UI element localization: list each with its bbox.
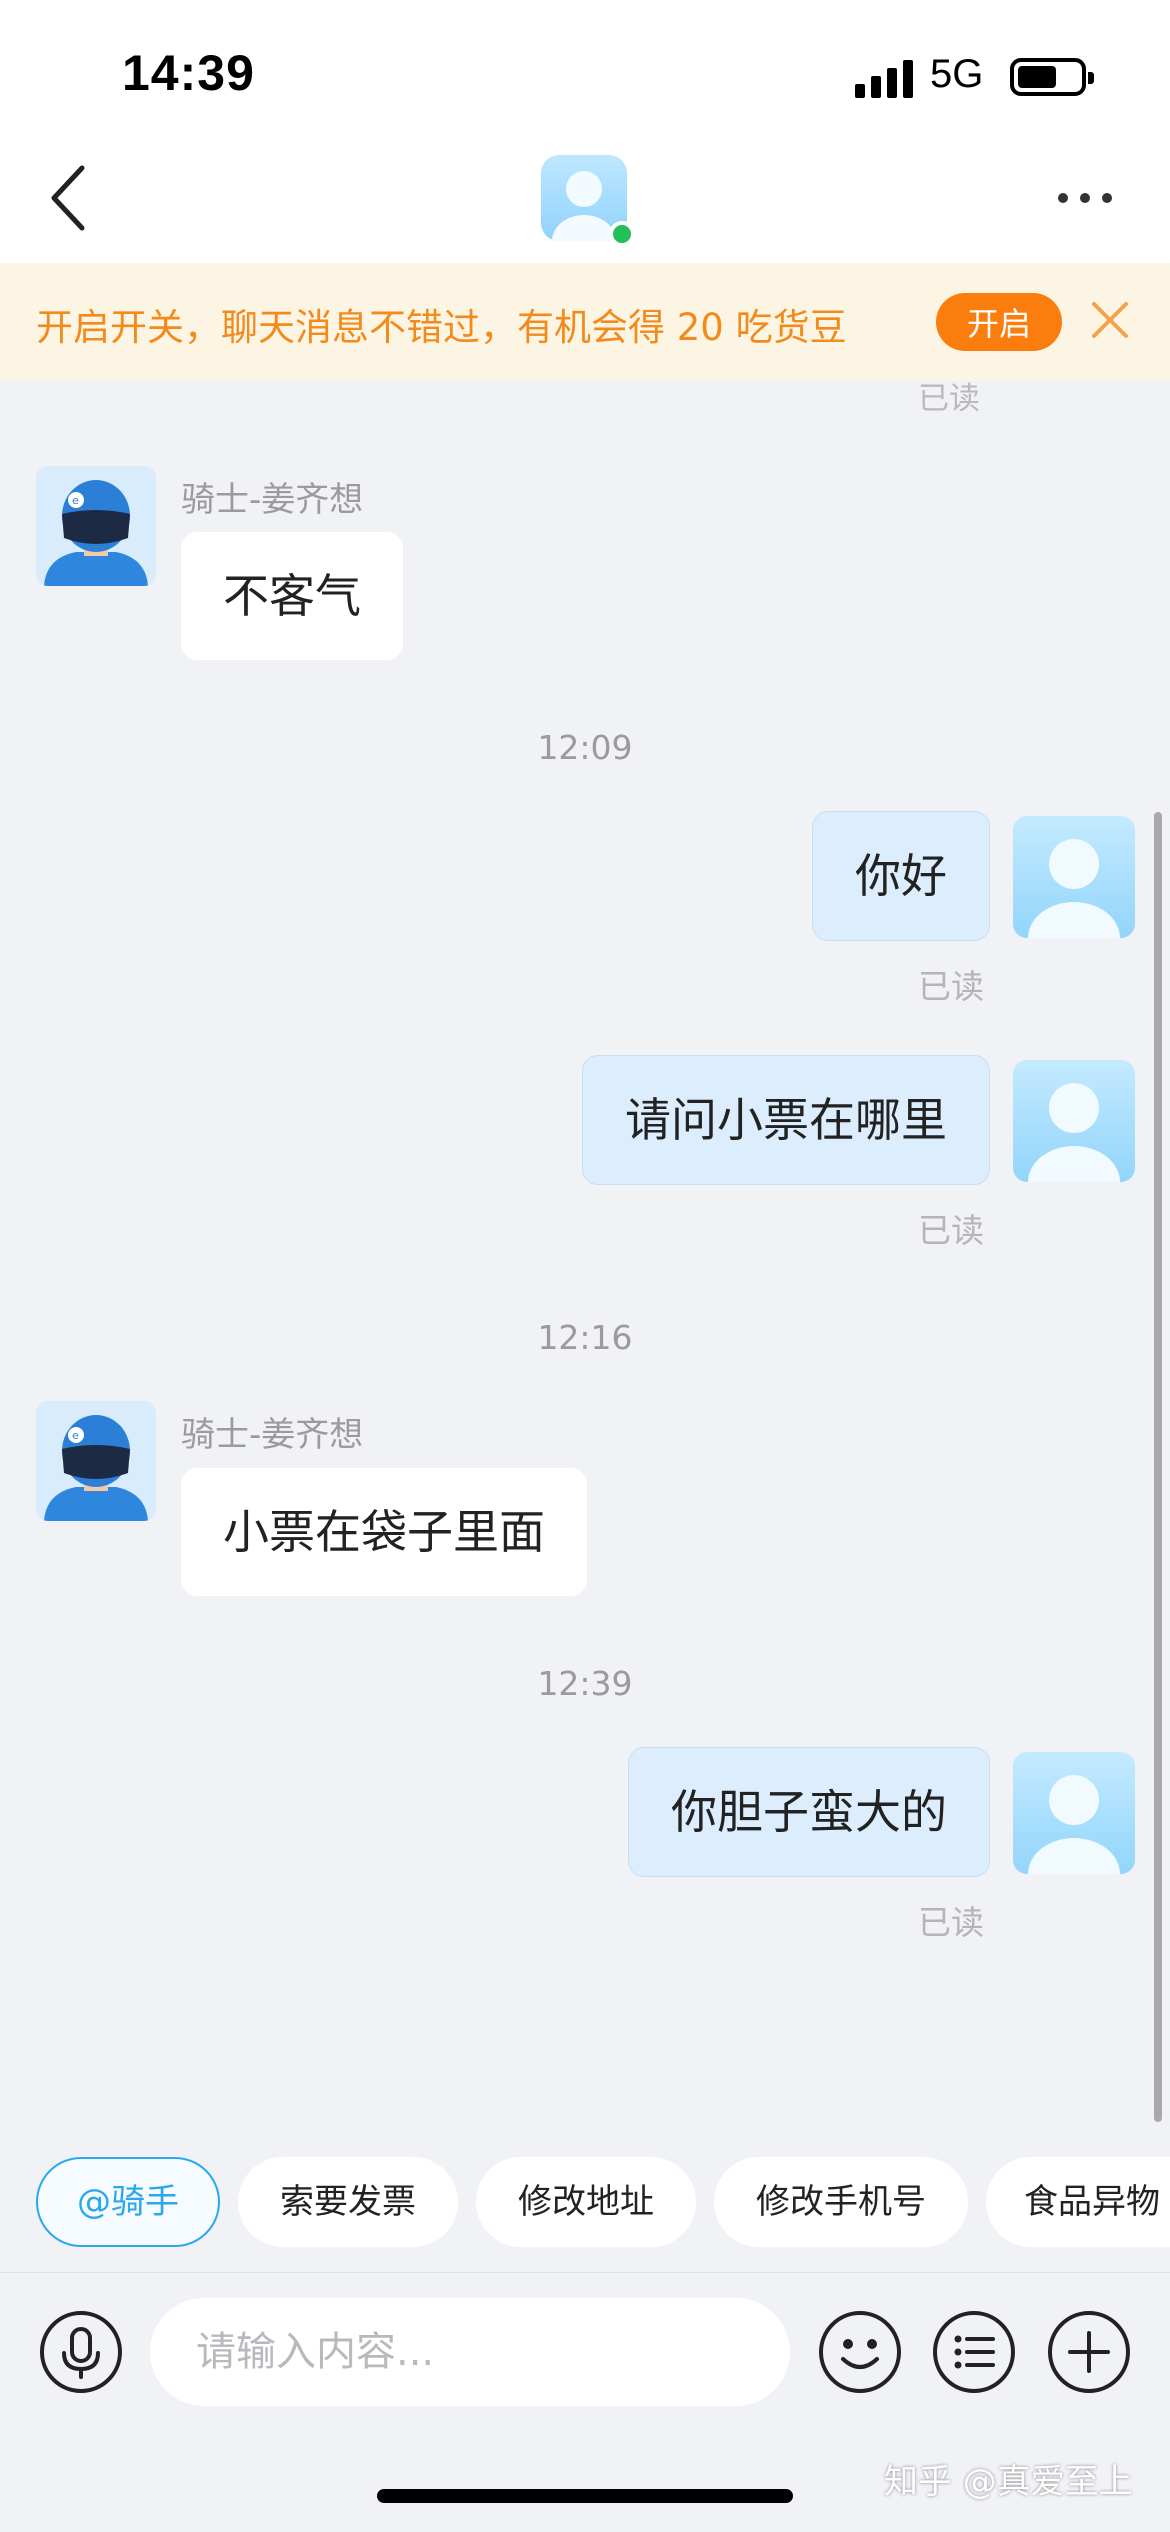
my-avatar[interactable]: [1013, 816, 1135, 938]
chat-scrollbar[interactable]: [1154, 812, 1162, 2122]
read-label: 已读: [918, 967, 984, 1006]
rider-helmet-icon: e: [36, 1401, 156, 1521]
read-label: 已读: [918, 1903, 984, 1942]
incoming-message-bubble[interactable]: 不客气: [181, 532, 403, 660]
my-avatar[interactable]: [1013, 1060, 1135, 1182]
my-avatar[interactable]: [1013, 1752, 1135, 1874]
chip-food-foreign-object[interactable]: 食品异物: [986, 2157, 1170, 2247]
battery-icon: [1010, 58, 1094, 96]
chip-request-invoice[interactable]: 索要发票: [238, 2157, 458, 2247]
notification-banner: 开启开关，聊天消息不错过，有机会得 20 吃货豆 开启: [0, 263, 1170, 381]
close-icon: [1092, 302, 1128, 338]
user-silhouette-icon: [1028, 1083, 1120, 1182]
time-separator: 12:16: [537, 1318, 633, 1357]
chevron-left-icon: [51, 165, 85, 231]
microphone-icon: [40, 2311, 122, 2393]
add-button[interactable]: [1046, 2309, 1132, 2395]
enable-notifications-button[interactable]: 开启: [936, 293, 1062, 351]
smiley-icon: [819, 2311, 901, 2393]
svg-text:e: e: [72, 494, 79, 507]
svg-text:e: e: [72, 1429, 79, 1442]
network-label: 5G: [930, 52, 984, 96]
time-separator: 12:39: [537, 1664, 633, 1703]
rider-avatar[interactable]: e: [36, 1401, 156, 1521]
list-icon: [933, 2311, 1015, 2393]
sender-name: 骑士-姜齐想: [181, 1415, 364, 1455]
chip-mention-rider[interactable]: @骑手: [36, 2157, 220, 2247]
chip-change-address[interactable]: 修改地址: [476, 2157, 696, 2247]
back-button[interactable]: [46, 160, 96, 236]
outgoing-message-bubble[interactable]: 你胆子蛮大的: [628, 1747, 990, 1877]
sender-name: 骑士-姜齐想: [181, 480, 364, 520]
time-separator: 12:09: [537, 728, 633, 767]
plus-icon: [1048, 2311, 1130, 2393]
rider-helmet-icon: e: [36, 466, 156, 586]
menu-list-button[interactable]: [931, 2309, 1017, 2395]
outgoing-message-bubble[interactable]: 你好: [812, 811, 990, 941]
watermark: 知乎 @真爱至上: [884, 2462, 1133, 2502]
status-time: 14:39: [122, 45, 255, 101]
read-label: 已读: [918, 381, 980, 411]
rider-avatar[interactable]: e: [36, 466, 156, 586]
online-status-dot: [609, 221, 635, 247]
chip-change-phone[interactable]: 修改手机号: [714, 2157, 968, 2247]
top-bar: 14:39 5G: [0, 0, 1170, 263]
voice-button[interactable]: [38, 2309, 124, 2395]
user-silhouette-icon: [1028, 839, 1120, 938]
quick-reply-bar: @骑手 索要发票 修改地址 修改手机号 食品异物: [0, 2157, 1170, 2249]
user-silhouette-icon: [1028, 1775, 1120, 1874]
message-input[interactable]: [150, 2298, 790, 2406]
close-banner-button[interactable]: [1088, 298, 1132, 342]
outgoing-message-bubble[interactable]: 请问小票在哪里: [582, 1055, 990, 1185]
emoji-button[interactable]: [817, 2309, 903, 2395]
signal-icon: [855, 58, 915, 98]
read-label: 已读: [918, 1211, 984, 1250]
more-button[interactable]: [1058, 184, 1114, 210]
notice-text: 开启开关，聊天消息不错过，有机会得 20 吃货豆: [36, 306, 847, 349]
home-indicator[interactable]: [377, 2489, 793, 2503]
incoming-message-bubble[interactable]: 小票在袋子里面: [181, 1468, 587, 1596]
